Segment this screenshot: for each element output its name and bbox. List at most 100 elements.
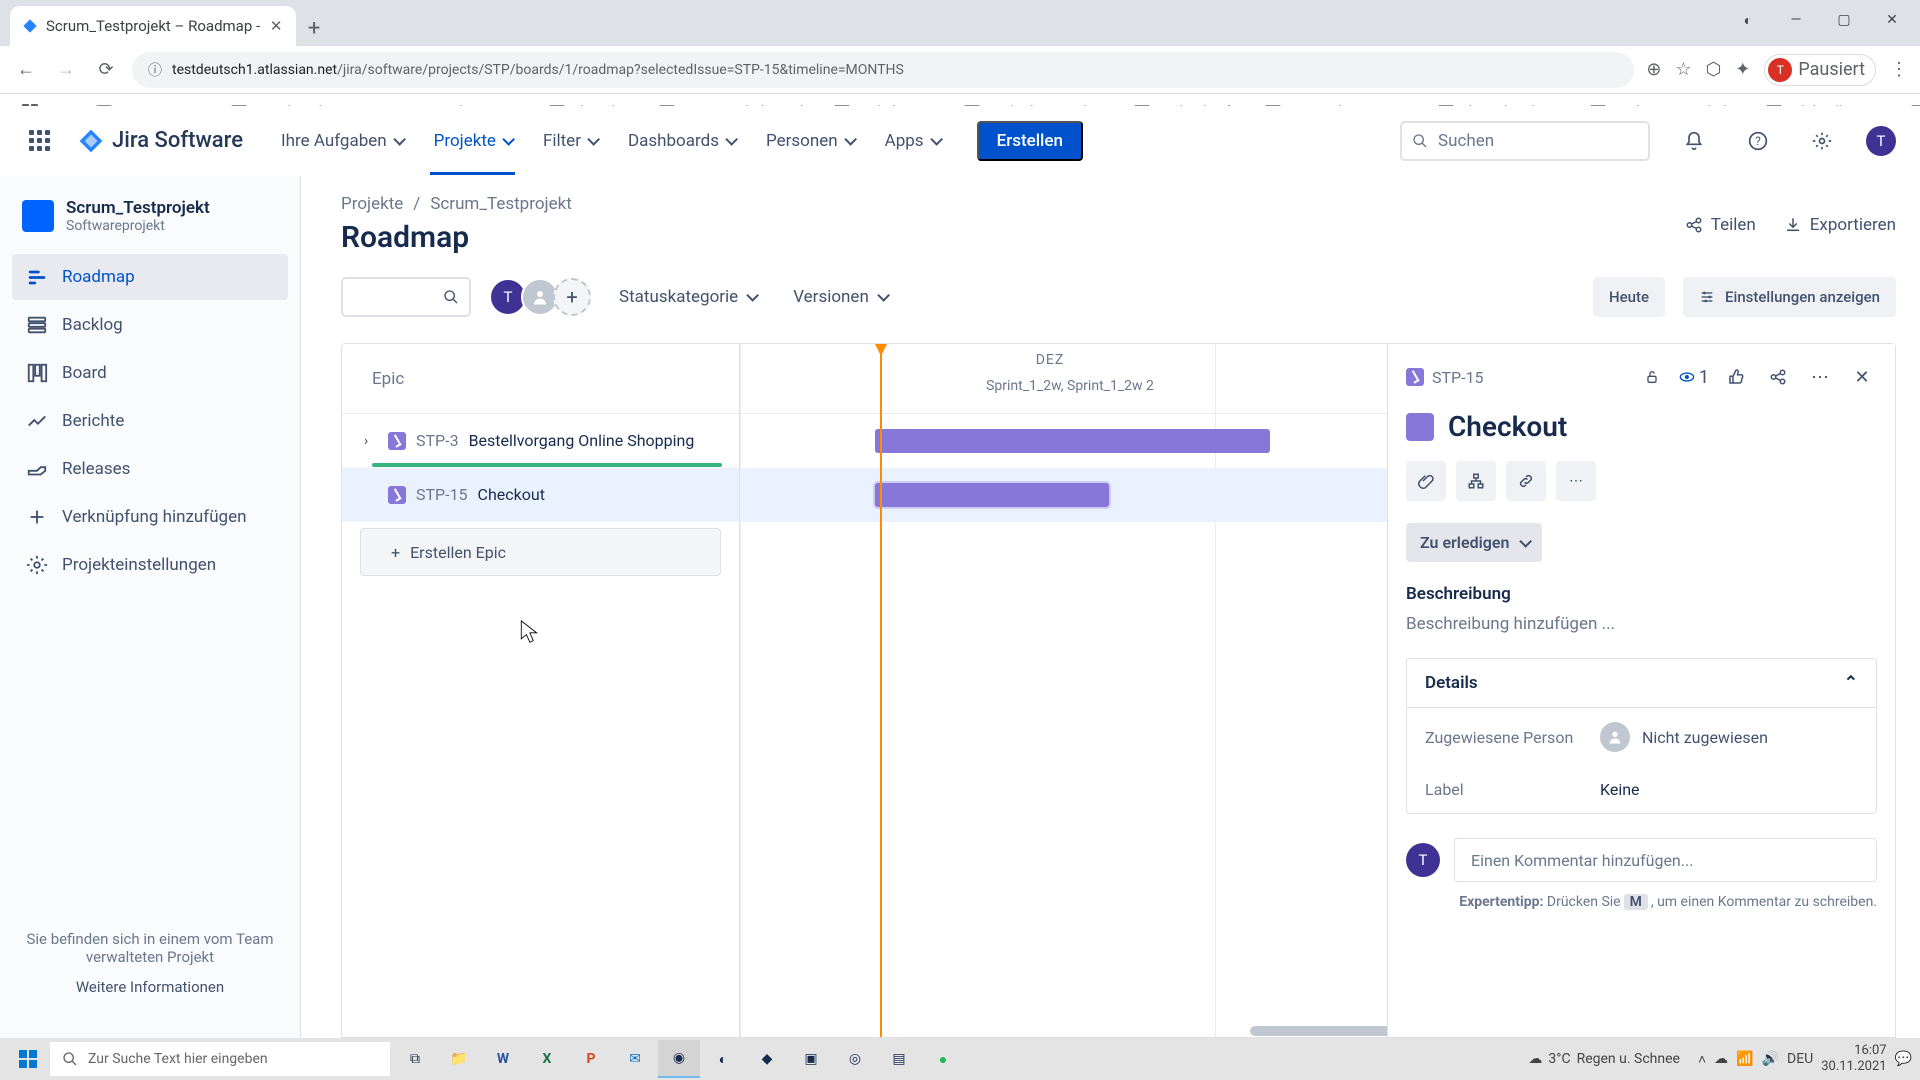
view-settings-button[interactable]: Einstellungen anzeigen (1683, 277, 1896, 317)
project-header[interactable]: Scrum_Testprojekt Softwareprojekt (12, 198, 288, 254)
app-switcher-icon[interactable] (24, 126, 54, 156)
taskbar-search[interactable]: Zur Suche Text hier eingeben (50, 1042, 390, 1076)
notifications-icon[interactable] (1674, 121, 1714, 161)
more-actions-icon[interactable]: ⋯ (1805, 362, 1835, 392)
link-issue-button[interactable] (1506, 461, 1546, 501)
epic-color-swatch[interactable] (1406, 413, 1434, 441)
address-bar[interactable]: ⓘ testdeutsch1.atlassian.net/jira/softwa… (132, 52, 1634, 88)
bookmark-star-icon[interactable]: ☆ (1675, 59, 1691, 80)
sidebar-item-releases[interactable]: Releases (12, 446, 288, 492)
browser-tab[interactable]: Scrum_Testprojekt – Roadmap - ✕ (10, 6, 296, 46)
window-close-icon[interactable]: ✕ (1870, 5, 1914, 35)
extensions-icon[interactable]: ✦ (1735, 59, 1750, 80)
word-icon[interactable]: W (482, 1040, 524, 1078)
today-button[interactable]: Heute (1593, 277, 1665, 317)
horizontal-scrollbar[interactable] (1250, 1026, 1400, 1036)
attach-button[interactable] (1406, 461, 1446, 501)
versions-filter[interactable]: Versionen (783, 279, 896, 315)
epic-bar[interactable] (875, 429, 1270, 453)
tab-close-icon[interactable]: ✕ (268, 18, 284, 34)
nav-filters[interactable]: Filter (529, 106, 610, 175)
nav-projects[interactable]: Projekte (420, 106, 525, 175)
close-icon[interactable]: ✕ (1847, 362, 1877, 392)
task-view-icon[interactable]: ⧉ (394, 1040, 436, 1078)
nav-dashboards[interactable]: Dashboards (614, 106, 748, 175)
user-avatar[interactable]: T (1866, 126, 1896, 156)
profile-button[interactable]: T Pausiert (1764, 54, 1876, 86)
clock[interactable]: 16:0730.11.2021 (1821, 1043, 1886, 1074)
back-icon[interactable]: ← (12, 56, 40, 84)
sidebar-item-project-settings[interactable]: Projekteinstellungen (12, 542, 288, 588)
epic-bar[interactable] (875, 483, 1109, 507)
wifi-icon[interactable]: 📶 (1736, 1051, 1753, 1067)
action-center-icon[interactable]: 💬 (1895, 1051, 1912, 1067)
product-logo[interactable]: Jira Software (78, 128, 243, 154)
minimize-icon[interactable]: — (1774, 5, 1818, 35)
description-field[interactable]: Beschreibung hinzufügen ... (1406, 614, 1877, 634)
sidebar-item-roadmap[interactable]: Roadmap (12, 254, 288, 300)
onedrive-icon[interactable]: ☁ (1714, 1051, 1728, 1067)
nav-apps[interactable]: Apps (871, 106, 953, 175)
global-search[interactable]: Suchen (1400, 121, 1650, 161)
start-button[interactable] (8, 1040, 48, 1078)
language-indicator[interactable]: DEU (1787, 1051, 1813, 1067)
weather-widget[interactable]: ☁3°CRegen u. Schnee (1528, 1051, 1680, 1067)
label-field[interactable]: Label Keine (1407, 766, 1876, 813)
epic-row[interactable]: › STP-3 Bestellvorgang Online Shopping (342, 414, 739, 468)
status-category-filter[interactable]: Statuskategorie (609, 279, 765, 315)
more-info-link[interactable]: Weitere Informationen (22, 978, 278, 996)
breadcrumb-item[interactable]: Scrum_Testprojekt (430, 194, 571, 214)
add-people-button[interactable]: + (553, 278, 591, 316)
comment-input[interactable]: Einen Kommentar hinzufügen... (1454, 838, 1877, 882)
edge-icon[interactable]: ◎ (834, 1040, 876, 1078)
new-tab-button[interactable]: + (296, 10, 332, 46)
issue-title[interactable]: Checkout (1448, 410, 1567, 443)
tray-chevron-icon[interactable]: ˄ (1698, 1051, 1706, 1068)
help-icon[interactable]: ? (1738, 121, 1778, 161)
lock-icon[interactable] (1637, 362, 1667, 392)
sidebar-item-board[interactable]: Board (12, 350, 288, 396)
chrome-icon[interactable]: ◉ (658, 1040, 700, 1078)
notepad-icon[interactable]: ▤ (878, 1040, 920, 1078)
export-button[interactable]: Exportieren (1784, 215, 1896, 235)
spotify-icon[interactable]: ● (922, 1040, 964, 1078)
app-icon[interactable]: ◆ (746, 1040, 788, 1078)
app-icon[interactable]: ▣ (790, 1040, 832, 1078)
sidebar-item-add-link[interactable]: Verknüpfung hinzufügen (12, 494, 288, 540)
kebab-menu-icon[interactable]: ⋮ (1890, 59, 1908, 80)
status-dropdown[interactable]: Zu erledigen (1406, 523, 1542, 562)
mail-icon[interactable]: ✉ (614, 1040, 656, 1078)
create-epic-button[interactable]: + Erstellen Epic (360, 528, 721, 576)
more-fields-button[interactable]: ⋯ (1556, 461, 1596, 501)
nav-your-work[interactable]: Ihre Aufgaben (267, 106, 416, 175)
forward-icon[interactable]: → (52, 56, 80, 84)
roadmap-search[interactable] (341, 277, 471, 317)
breadcrumb-item[interactable]: Projekte (341, 194, 403, 214)
sidebar-item-reports[interactable]: Berichte (12, 398, 288, 444)
explorer-icon[interactable]: 📁 (438, 1040, 480, 1078)
account-icon[interactable]: ◐ (1726, 5, 1770, 35)
assignee-field[interactable]: Zugewiesene Person Nicht zugewiesen (1407, 708, 1876, 766)
epic-row[interactable]: STP-15 Checkout (342, 468, 739, 522)
details-box-header[interactable]: Details⌃ (1407, 659, 1876, 708)
sidebar-item-backlog[interactable]: Backlog (12, 302, 288, 348)
gear-icon (26, 554, 48, 576)
zoom-icon[interactable]: ⊕ (1646, 59, 1661, 80)
maximize-icon[interactable]: ▢ (1822, 5, 1866, 35)
settings-icon[interactable] (1802, 121, 1842, 161)
obs-icon[interactable]: ◐ (702, 1040, 744, 1078)
like-icon[interactable] (1721, 362, 1751, 392)
issue-key-link[interactable]: STP-15 (1406, 368, 1484, 387)
add-child-button[interactable] (1456, 461, 1496, 501)
nav-people[interactable]: Personen (752, 106, 867, 175)
excel-icon[interactable]: X (526, 1040, 568, 1078)
create-button[interactable]: Erstellen (977, 121, 1083, 161)
powerpoint-icon[interactable]: P (570, 1040, 612, 1078)
account-sync-icon[interactable]: ⬡ (1706, 59, 1722, 80)
share-button[interactable]: Teilen (1685, 215, 1756, 235)
volume-icon[interactable]: 🔊 (1762, 1051, 1779, 1067)
reload-icon[interactable]: ⟳ (92, 56, 120, 84)
chevron-right-icon[interactable]: › (364, 433, 378, 449)
share-icon[interactable] (1763, 362, 1793, 392)
watch-button[interactable]: 1 (1679, 362, 1709, 392)
